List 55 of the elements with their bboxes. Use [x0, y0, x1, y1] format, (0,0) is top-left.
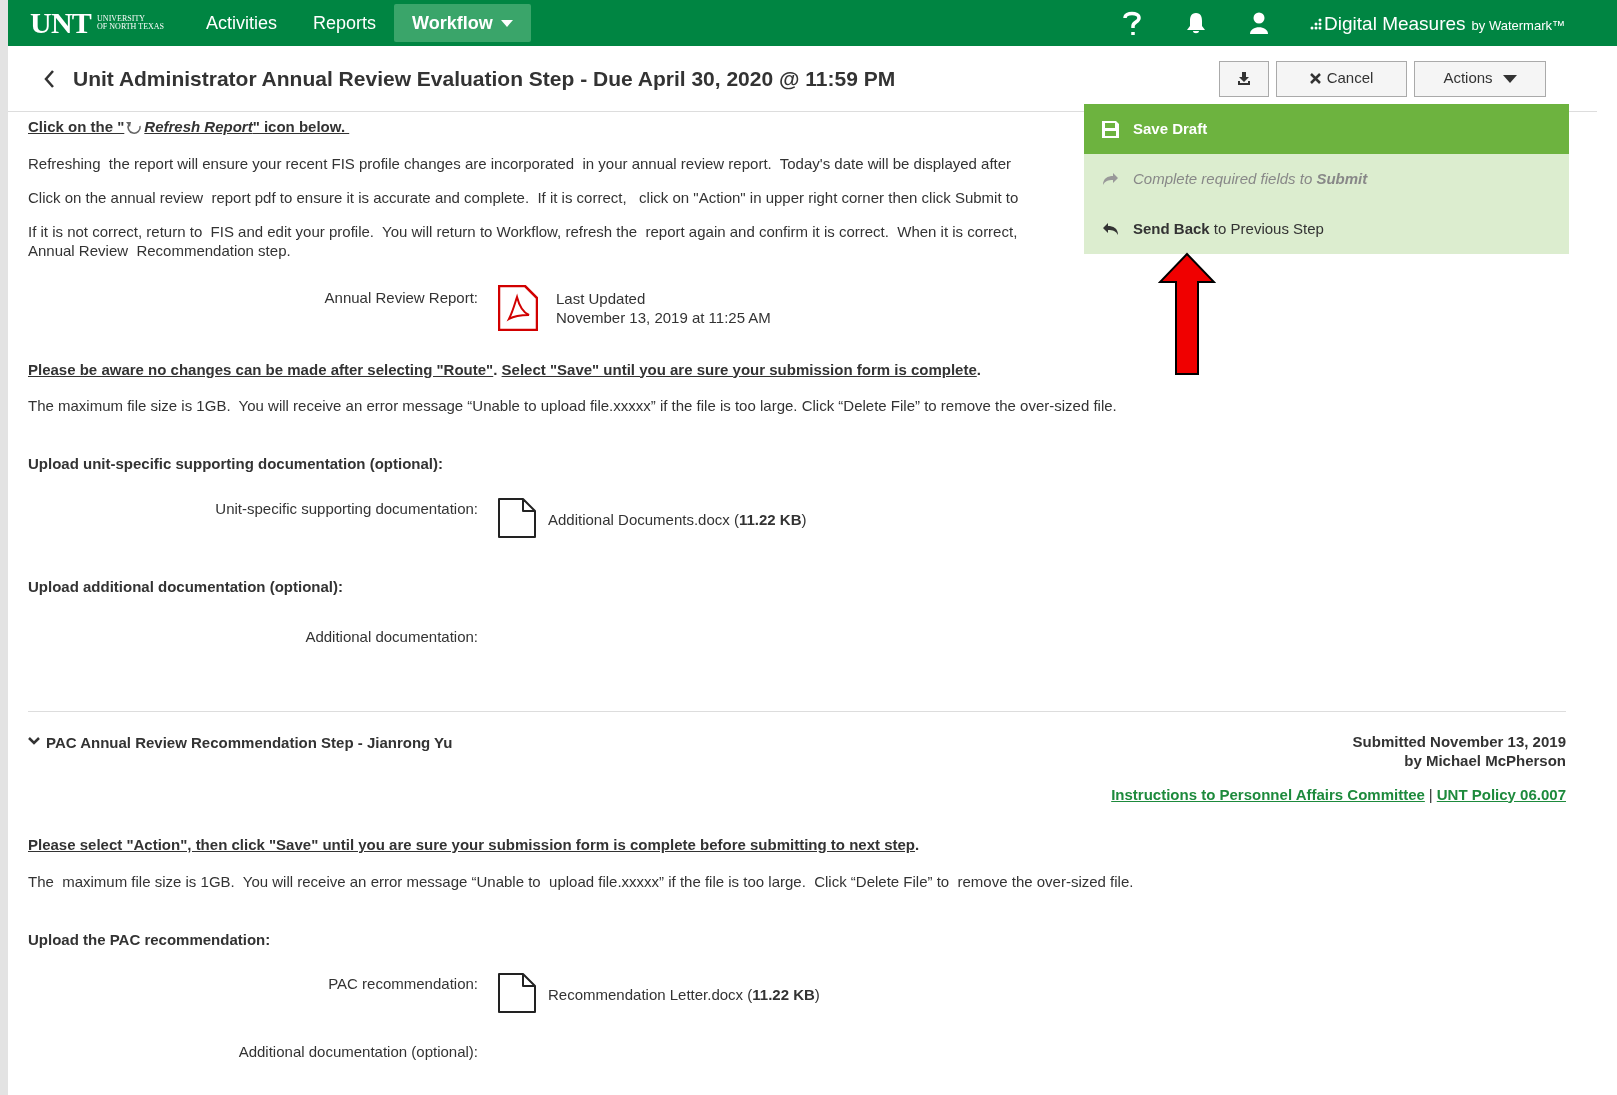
nav-tab[interactable]: Reports	[295, 4, 395, 42]
page-title: Unit Administrator Annual Review Evaluation Step - Due April 30, 2020 @ 11:59 PM	[73, 65, 896, 92]
chevron-left-icon	[44, 69, 55, 88]
document-icon	[498, 973, 536, 1013]
actions-button[interactable]: Actions	[1414, 60, 1546, 97]
refresh-icon	[126, 120, 143, 135]
file-name[interactable]: Additional Documents.docx (11.22 KB)	[548, 508, 807, 531]
link-separator: |	[1428, 784, 1433, 805]
profile-button[interactable]	[1250, 12, 1269, 34]
help-button[interactable]	[1122, 10, 1143, 36]
link[interactable]: UNT Policy 06.007	[1436, 783, 1566, 806]
field-label: PAC recommendation:	[327, 974, 479, 994]
document-button[interactable]	[498, 497, 536, 538]
notice-text: Please select "Action", then click "Save" until you are sure your submission form is complete before submitting to next step.	[28, 835, 920, 855]
step-toggle[interactable]: PAC Annual Review Recommendation Step - Jianrong Yu	[28, 731, 453, 754]
last-updated-text: Last Updated November 13, 2019 at 11:25 AM	[556, 288, 771, 327]
section-heading: Upload unit-specific supporting documentation (optional):	[28, 454, 444, 474]
download-button[interactable]	[1219, 60, 1269, 97]
field-label: Additional documentation (optional):	[237, 1042, 479, 1062]
digital-measures-logo[interactable]: Digital Measures by Watermark™	[1310, 13, 1565, 33]
submission-info: Submitted November 13, 2019 by Michael McPherson	[1352, 731, 1566, 770]
field-label: Additional documentation:	[304, 627, 479, 647]
forward-arrow-icon	[1102, 172, 1119, 186]
dots-icon	[1310, 16, 1323, 30]
person-icon	[1250, 12, 1269, 34]
link[interactable]: Instructions to Personnel Affairs Committee	[1111, 783, 1425, 806]
document-button[interactable]	[498, 973, 536, 1013]
back-button[interactable]	[44, 69, 55, 88]
menu-item[interactable]: Send Back to Previous Step	[1084, 204, 1569, 254]
close-icon	[1309, 73, 1321, 84]
menu-item[interactable]: Save Draft	[1084, 104, 1569, 154]
section-heading: Upload additional documentation (optional):	[28, 576, 344, 597]
caret-icon	[1502, 74, 1517, 83]
download-icon	[1238, 72, 1250, 85]
nav-tab[interactable]: Activities	[188, 4, 296, 42]
help-icon	[1122, 10, 1143, 36]
document-icon	[498, 497, 536, 538]
paragraph: The maximum file size is 1GB. You will receive an error message “Unable to upload file.xxxxx” if the file is too large. Click “Delete File” to remove the over-sized file.	[28, 871, 1134, 891]
field-label: Unit-specific supporting documentation:	[214, 498, 479, 519]
section-heading: Upload the PAC recommendation:	[28, 929, 272, 950]
paragraph: If it is not correct, return to FIS and edit your profile. You will return to Workflow, refresh the report again and confirm it is correct. When it is correct, Annual Review Recommendation step.	[28, 221, 1018, 260]
save-icon	[1102, 120, 1119, 138]
pdf-report-button[interactable]	[498, 284, 538, 331]
field-label: Annual Review Report:	[323, 287, 479, 308]
file-name[interactable]: Recommendation Letter.docx (11.22 KB)	[548, 984, 820, 1007]
notifications-button[interactable]	[1186, 12, 1207, 34]
bell-icon	[1186, 12, 1207, 34]
paragraph: Refreshing the report will ensure your recent FIS profile changes are incorporated in your annual review report. Today's date will be displayed after	[28, 153, 1012, 173]
cancel-button[interactable]: Cancel	[1276, 60, 1407, 97]
nav-tab[interactable]: Workflow	[394, 4, 531, 42]
paragraph: Click on the annual review report pdf to ensure it is accurate and complete. If it is correct, click on "Action" in upper right corner then click Submit to	[28, 187, 1019, 207]
reply-arrow-icon	[1102, 222, 1119, 236]
notice-text: Please be aware no changes can be made after selecting "Route". Select "Save" until you are sure your submission form is complete.	[28, 359, 981, 380]
paragraph: The maximum file size is 1GB. You will receive an error message “Unable to upload file.xxxxx” if the file is too large. Click “Delete File” to remove the over-sized file.	[28, 396, 1117, 415]
pdf-icon	[498, 284, 538, 331]
